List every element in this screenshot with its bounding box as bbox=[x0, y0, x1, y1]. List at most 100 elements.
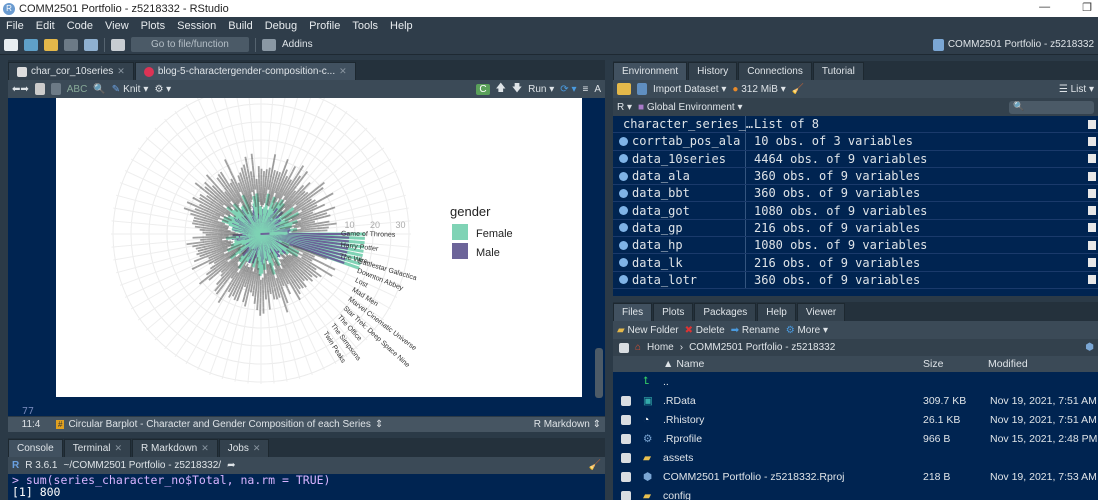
environment-row[interactable]: corrtab_pos_ala 10 obs. of 3 variables bbox=[613, 133, 1098, 151]
environment-row[interactable]: data_ala 360 obs. of 9 variables bbox=[613, 167, 1098, 186]
menu-profile[interactable]: Profile bbox=[303, 20, 346, 32]
file-checkbox[interactable] bbox=[621, 452, 631, 463]
tab-files[interactable]: Files bbox=[613, 303, 653, 321]
file-row[interactable]: ▣ .RData 309.7 KB Nov 19, 2021, 7:51 AM bbox=[613, 391, 1098, 410]
expand-icon[interactable] bbox=[619, 171, 628, 181]
insert-chunk-icon[interactable] bbox=[456, 83, 470, 95]
select-all-checkbox[interactable] bbox=[619, 342, 629, 353]
down-arrow-icon[interactable]: 🡇 bbox=[512, 81, 522, 98]
expand-icon[interactable] bbox=[619, 154, 628, 164]
file-row[interactable]: ▰ config bbox=[613, 486, 1098, 500]
table-view-icon[interactable] bbox=[1088, 154, 1096, 164]
tab-blog-5[interactable]: blog-5-charactergender-composition-c... ✕ bbox=[134, 62, 356, 80]
save-workspace-icon[interactable] bbox=[637, 83, 647, 95]
section-navigator[interactable]: # Circular Barplot - Character and Gender… bbox=[56, 419, 383, 430]
more-button[interactable]: ⚙ More ▾ bbox=[786, 325, 828, 336]
file-name[interactable]: COMM2501 Portfolio - z5218332.Rproj bbox=[663, 471, 845, 483]
file-name[interactable]: .RData bbox=[663, 395, 696, 407]
go-to-directory-icon[interactable]: ➦ bbox=[227, 460, 235, 471]
import-dataset-button[interactable]: Import Dataset ▾ bbox=[653, 84, 726, 95]
tab-r-markdown[interactable]: R Markdown ✕ bbox=[132, 439, 218, 457]
rename-button[interactable]: ➡ Rename bbox=[731, 325, 780, 336]
breadcrumb-current-dir[interactable]: COMM2501 Portfolio - z5218332 bbox=[689, 342, 835, 353]
file-name[interactable]: config bbox=[663, 490, 691, 500]
table-view-icon[interactable] bbox=[1088, 258, 1096, 268]
breadcrumb-home[interactable]: Home bbox=[647, 342, 674, 353]
delete-button[interactable]: ✖ Delete bbox=[685, 325, 725, 336]
table-view-icon[interactable] bbox=[1088, 136, 1096, 146]
expand-icon[interactable] bbox=[619, 258, 628, 268]
file-checkbox[interactable] bbox=[621, 471, 631, 482]
tab-plots[interactable]: Plots bbox=[653, 303, 694, 321]
expand-icon[interactable] bbox=[619, 206, 628, 216]
file-row[interactable]: ▰ assets bbox=[613, 448, 1098, 467]
tab-jobs[interactable]: Jobs ✕ bbox=[218, 439, 270, 457]
menu-code[interactable]: Code bbox=[61, 20, 99, 32]
table-view-icon[interactable] bbox=[1088, 275, 1096, 285]
file-checkbox[interactable] bbox=[621, 395, 631, 406]
environment-row[interactable]: data_bbt 360 obs. of 9 variables bbox=[613, 185, 1098, 203]
project-menu[interactable]: COMM2501 Portfolio - z5218332 bbox=[932, 38, 1094, 51]
source-icon[interactable]: ⟳ ▾ bbox=[560, 84, 576, 95]
new-file-icon[interactable] bbox=[4, 38, 18, 51]
file-name[interactable]: assets bbox=[663, 452, 693, 464]
tab-tutorial[interactable]: Tutorial bbox=[812, 62, 864, 80]
menu-debug[interactable]: Debug bbox=[259, 20, 303, 32]
open-file-icon[interactable] bbox=[44, 38, 58, 51]
up-arrow-icon[interactable]: 🡅 bbox=[496, 81, 506, 98]
table-view-icon[interactable] bbox=[1088, 206, 1096, 216]
menu-edit[interactable]: Edit bbox=[30, 20, 61, 32]
save-icon[interactable] bbox=[50, 83, 61, 95]
clear-console-icon[interactable]: 🧹 bbox=[589, 460, 601, 471]
menu-session[interactable]: Session bbox=[171, 20, 222, 32]
menu-tools[interactable]: Tools bbox=[346, 20, 384, 32]
menu-build[interactable]: Build bbox=[222, 20, 258, 32]
close-icon[interactable]: ✕ bbox=[253, 440, 261, 457]
tab-terminal[interactable]: Terminal ✕ bbox=[63, 439, 132, 457]
menu-plots[interactable]: Plots bbox=[135, 20, 171, 32]
environment-row[interactable]: data_got 1080 obs. of 9 variables bbox=[613, 202, 1098, 220]
table-view-icon[interactable] bbox=[1088, 240, 1096, 250]
show-in-window-icon[interactable] bbox=[34, 83, 45, 95]
close-icon[interactable]: ✕ bbox=[339, 63, 347, 80]
file-checkbox[interactable] bbox=[621, 433, 631, 444]
format-icon[interactable]: A bbox=[594, 84, 601, 95]
run-button[interactable]: Run ▾ bbox=[528, 84, 554, 95]
table-view-icon[interactable] bbox=[1088, 223, 1096, 233]
home-icon[interactable]: ⌂ bbox=[635, 342, 641, 353]
new-folder-button[interactable]: ▰ New Folder bbox=[617, 325, 679, 336]
print-icon[interactable] bbox=[111, 38, 125, 51]
menu-view[interactable]: View bbox=[99, 20, 135, 32]
addins-menu[interactable]: Addins bbox=[282, 39, 313, 50]
column-name[interactable]: ▲ Name bbox=[663, 358, 704, 370]
expand-icon[interactable] bbox=[619, 240, 628, 250]
back-forward-icon[interactable]: ⬅➡ bbox=[12, 84, 29, 95]
scope-selector[interactable]: ■ Global Environment ▾ bbox=[638, 102, 742, 113]
go-to-file-input[interactable]: Go to file/function bbox=[131, 37, 249, 52]
menu-help[interactable]: Help bbox=[384, 20, 419, 32]
file-type-selector[interactable]: R Markdown ⇕ bbox=[534, 419, 601, 430]
environment-row[interactable]: character_series_… List of 8 bbox=[613, 116, 1098, 134]
knit-button[interactable]: ✎ Knit ▾ bbox=[112, 84, 149, 95]
parent-dir-row[interactable]: ⮤.. bbox=[613, 372, 1098, 391]
tab-history[interactable]: History bbox=[688, 62, 738, 80]
expand-icon[interactable] bbox=[619, 223, 628, 233]
environment-row[interactable]: data_lotr 360 obs. of 9 variables bbox=[613, 271, 1098, 289]
expand-icon[interactable] bbox=[619, 188, 628, 198]
save-all-icon[interactable] bbox=[84, 38, 98, 51]
gear-icon[interactable]: ⚙ ▾ bbox=[154, 84, 171, 95]
menu-file[interactable]: File bbox=[0, 20, 30, 32]
spellcheck-icon[interactable]: ABC bbox=[67, 84, 88, 95]
save-icon[interactable] bbox=[64, 38, 78, 51]
close-icon[interactable]: ✕ bbox=[201, 440, 209, 457]
file-name[interactable]: .Rhistory bbox=[663, 414, 704, 426]
tab-packages[interactable]: Packages bbox=[694, 303, 757, 321]
working-directory[interactable]: ~/COMM2501 Portfolio - z5218332/ bbox=[63, 460, 221, 471]
console-output[interactable]: > sum(series_character_no$Total, na.rm =… bbox=[8, 474, 605, 500]
editor-scrollbar[interactable] bbox=[595, 348, 603, 398]
new-project-icon[interactable] bbox=[24, 38, 38, 51]
tab-connections[interactable]: Connections bbox=[738, 62, 812, 80]
tab-viewer[interactable]: Viewer bbox=[796, 303, 846, 321]
expand-icon[interactable] bbox=[619, 275, 628, 285]
file-checkbox[interactable] bbox=[621, 414, 631, 425]
